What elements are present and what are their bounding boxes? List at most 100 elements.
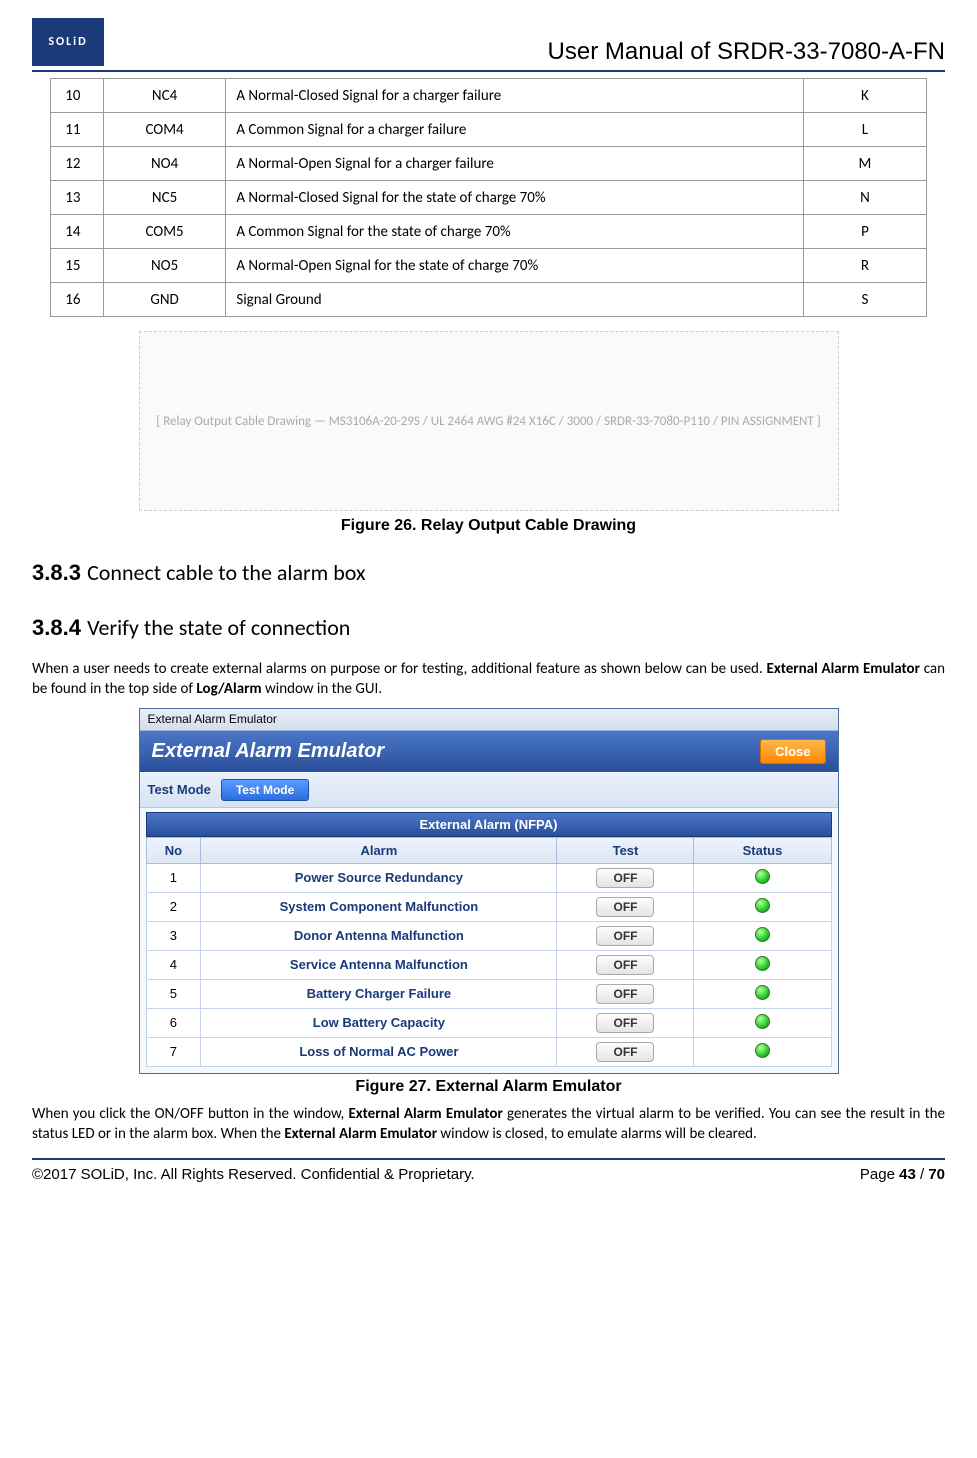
alarm-status-cell bbox=[694, 1008, 831, 1037]
doc-title: User Manual of SRDR-33-7080-A-FN bbox=[548, 38, 945, 66]
table-cell: 11 bbox=[51, 113, 104, 147]
alarm-toggle-button[interactable]: OFF bbox=[596, 984, 654, 1004]
alarm-status-cell bbox=[694, 863, 831, 892]
table-cell: 13 bbox=[51, 181, 104, 215]
alarm-test-cell: OFF bbox=[557, 979, 694, 1008]
alarm-test-cell: OFF bbox=[557, 1037, 694, 1066]
table-row: 15NO5A Normal-Open Signal for the state … bbox=[51, 249, 926, 283]
alarm-toggle-button[interactable]: OFF bbox=[596, 897, 654, 917]
table-cell: P bbox=[804, 215, 927, 249]
table-cell: A Normal-Open Signal for a charger failu… bbox=[226, 147, 804, 181]
status-led-icon bbox=[755, 985, 770, 1000]
table-cell: 14 bbox=[51, 215, 104, 249]
test-mode-button[interactable]: Test Mode bbox=[221, 779, 309, 801]
footer-page: Page 43 / 70 bbox=[860, 1166, 945, 1183]
figure-26-image: [ Relay Output Cable Drawing — MS3106A-2… bbox=[139, 331, 839, 511]
alarm-test-cell: OFF bbox=[557, 1008, 694, 1037]
alarm-name: Service Antenna Malfunction bbox=[201, 950, 557, 979]
section-3-8-4-heading: 3.8.4 Verify the state of connection bbox=[32, 614, 945, 641]
table-row: 13NC5A Normal-Closed Signal for the stat… bbox=[51, 181, 926, 215]
col-status: Status bbox=[694, 837, 831, 863]
alarm-status-cell bbox=[694, 892, 831, 921]
section-3-8-3-heading: 3.8.3 Connect cable to the alarm box bbox=[32, 559, 945, 586]
figure-26-caption: Figure 26. Relay Output Cable Drawing bbox=[32, 517, 945, 535]
alarm-toggle-button[interactable]: OFF bbox=[596, 868, 654, 888]
alarm-status-cell bbox=[694, 950, 831, 979]
alarm-toggle-button[interactable]: OFF bbox=[596, 1042, 654, 1062]
pin-assignment-table: 10NC4A Normal-Closed Signal for a charge… bbox=[50, 78, 926, 317]
alarm-test-cell: OFF bbox=[557, 863, 694, 892]
table-cell: R bbox=[804, 249, 927, 283]
section-3-8-4-para-1: When a user needs to create external ala… bbox=[32, 659, 945, 700]
table-cell: L bbox=[804, 113, 927, 147]
alarm-no: 4 bbox=[146, 950, 201, 979]
table-cell: A Normal-Closed Signal for the state of … bbox=[226, 181, 804, 215]
alarm-name: Loss of Normal AC Power bbox=[201, 1037, 557, 1066]
table-cell: 16 bbox=[51, 283, 104, 317]
alarm-row: 4Service Antenna Malfunction OFF bbox=[146, 950, 831, 979]
section-3-8-4-para-2: When you click the ON/OFF button in the … bbox=[32, 1104, 945, 1145]
alarm-toggle-button[interactable]: OFF bbox=[596, 955, 654, 975]
table-cell: M bbox=[804, 147, 927, 181]
table-row: 16GNDSignal GroundS bbox=[51, 283, 926, 317]
table-cell: GND bbox=[103, 283, 226, 317]
table-cell: 10 bbox=[51, 79, 104, 113]
status-led-icon bbox=[755, 869, 770, 884]
window-title-text: External Alarm Emulator bbox=[148, 712, 277, 726]
status-led-icon bbox=[755, 1043, 770, 1058]
close-button[interactable]: Close bbox=[760, 739, 825, 764]
status-led-icon bbox=[755, 956, 770, 971]
table-row: 12NO4A Normal-Open Signal for a charger … bbox=[51, 147, 926, 181]
emulator-header-title: External Alarm Emulator bbox=[152, 740, 385, 763]
table-cell: 12 bbox=[51, 147, 104, 181]
alarm-test-cell: OFF bbox=[557, 950, 694, 979]
table-cell: S bbox=[804, 283, 927, 317]
logo: SOLiD bbox=[32, 18, 104, 66]
figure-27-caption: Figure 27. External Alarm Emulator bbox=[32, 1078, 945, 1096]
table-cell: NC5 bbox=[103, 181, 226, 215]
footer-copyright: ©2017 SOLiD, Inc. All Rights Reserved. C… bbox=[32, 1166, 475, 1183]
table-row: 11COM4A Common Signal for a charger fail… bbox=[51, 113, 926, 147]
alarm-name: Low Battery Capacity bbox=[201, 1008, 557, 1037]
table-cell: COM4 bbox=[103, 113, 226, 147]
alarm-name: System Component Malfunction bbox=[201, 892, 557, 921]
alarm-status-cell bbox=[694, 979, 831, 1008]
table-cell: A Common Signal for the state of charge … bbox=[226, 215, 804, 249]
table-row: 14COM5A Common Signal for the state of c… bbox=[51, 215, 926, 249]
status-led-icon bbox=[755, 927, 770, 942]
table-cell: A Normal-Open Signal for the state of ch… bbox=[226, 249, 804, 283]
alarm-no: 2 bbox=[146, 892, 201, 921]
alarm-test-cell: OFF bbox=[557, 892, 694, 921]
table-cell: K bbox=[804, 79, 927, 113]
table-cell: NO4 bbox=[103, 147, 226, 181]
alarm-row: 6Low Battery CapacityOFF bbox=[146, 1008, 831, 1037]
external-alarm-section-title: External Alarm (NFPA) bbox=[146, 812, 832, 837]
table-row: 10NC4A Normal-Closed Signal for a charge… bbox=[51, 79, 926, 113]
table-cell: A Normal-Closed Signal for a charger fai… bbox=[226, 79, 804, 113]
window-titlebar: External Alarm Emulator bbox=[140, 709, 838, 731]
table-cell: NO5 bbox=[103, 249, 226, 283]
table-cell: NC4 bbox=[103, 79, 226, 113]
alarm-toggle-button[interactable]: OFF bbox=[596, 926, 654, 946]
table-cell: Signal Ground bbox=[226, 283, 804, 317]
test-mode-label: Test Mode bbox=[148, 782, 211, 797]
alarm-test-cell: OFF bbox=[557, 921, 694, 950]
table-cell: N bbox=[804, 181, 927, 215]
alarm-name: Battery Charger Failure bbox=[201, 979, 557, 1008]
table-cell: COM5 bbox=[103, 215, 226, 249]
alarm-row: 5Battery Charger Failure OFF bbox=[146, 979, 831, 1008]
status-led-icon bbox=[755, 898, 770, 913]
external-alarm-emulator-window: External Alarm Emulator External Alarm E… bbox=[139, 708, 839, 1074]
table-cell: A Common Signal for a charger failure bbox=[226, 113, 804, 147]
col-alarm: Alarm bbox=[201, 837, 557, 863]
alarm-toggle-button[interactable]: OFF bbox=[596, 1013, 654, 1033]
alarm-row: 3Donor Antenna MalfunctionOFF bbox=[146, 921, 831, 950]
alarm-name: Donor Antenna Malfunction bbox=[201, 921, 557, 950]
alarm-table: No Alarm Test Status 1Power Source Redun… bbox=[146, 837, 832, 1067]
alarm-row: 2System Component Malfunction OFF bbox=[146, 892, 831, 921]
alarm-no: 5 bbox=[146, 979, 201, 1008]
col-test: Test bbox=[557, 837, 694, 863]
alarm-status-cell bbox=[694, 1037, 831, 1066]
table-cell: 15 bbox=[51, 249, 104, 283]
alarm-no: 7 bbox=[146, 1037, 201, 1066]
